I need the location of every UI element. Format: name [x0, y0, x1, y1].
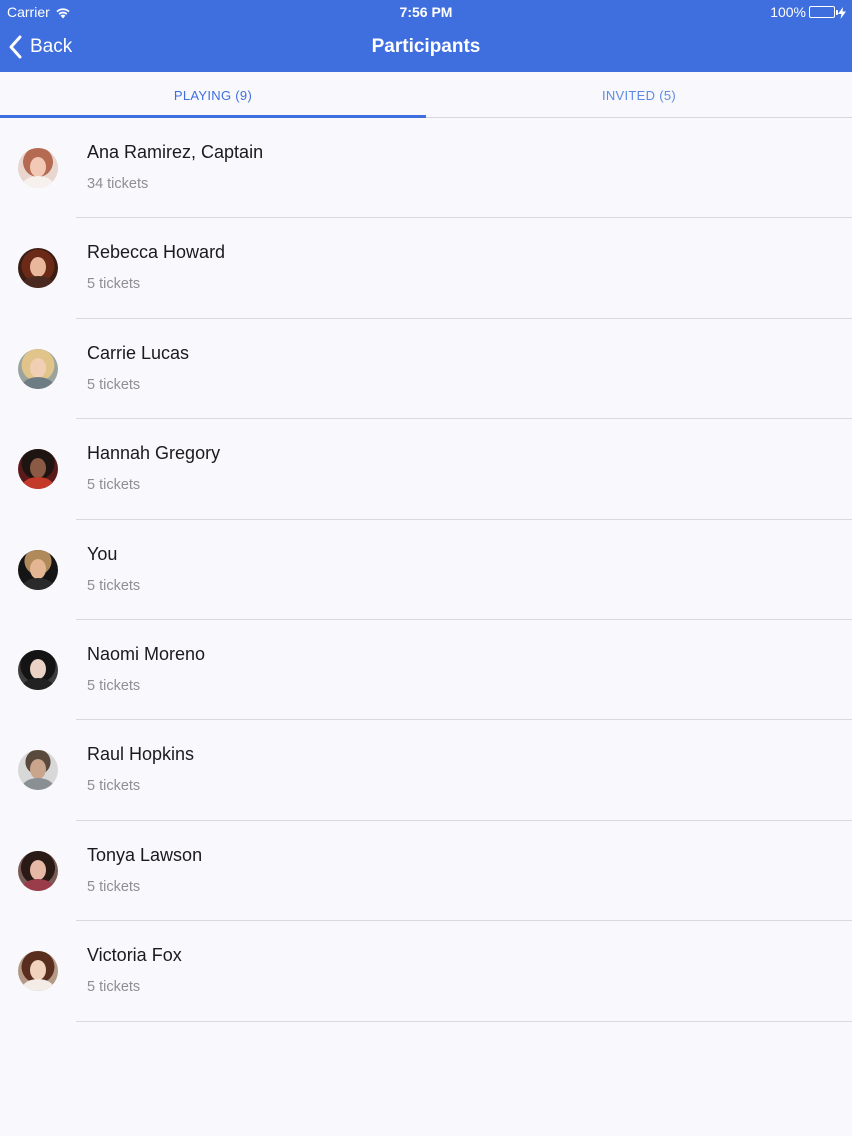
ticket-count: 5 tickets [87, 778, 141, 795]
participant-name: Carrie Lucas [87, 342, 190, 363]
ticket-count: 5 tickets [87, 878, 141, 895]
list-item[interactable]: Victoria Fox 5 tickets [0, 921, 852, 1022]
avatar [18, 649, 58, 690]
tab-invited[interactable]: INVITED (5) [426, 72, 852, 118]
ticket-count: 5 tickets [87, 276, 141, 293]
list-item[interactable]: Ana Ramirez, Captain 34 tickets [0, 118, 852, 219]
participant-tabs: PLAYING (9) INVITED (5) [0, 72, 852, 118]
ticket-count: 5 tickets [87, 376, 141, 393]
status-time: 7:56 PM [399, 4, 453, 20]
avatar [18, 248, 58, 289]
participant-name: Hannah Gregory [87, 443, 221, 464]
participant-name: Tonya Lawson [87, 844, 203, 865]
navigation-bar: Back Participants [0, 24, 852, 72]
avatar [18, 951, 58, 992]
app-header: Carrier 7:56 PM 100% Back Participants [0, 0, 852, 72]
ticket-count: 5 tickets [87, 979, 141, 996]
list-item[interactable]: Naomi Moreno 5 tickets [0, 620, 852, 721]
list-item[interactable]: Rebecca Howard 5 tickets [0, 218, 852, 319]
avatar [18, 348, 58, 389]
page-title: Participants [371, 36, 481, 57]
charging-bolt-icon [838, 6, 846, 19]
battery-indicator: 100% [770, 4, 846, 20]
participant-name: You [87, 543, 118, 564]
ticket-count: 5 tickets [87, 677, 141, 694]
list-item[interactable]: Tonya Lawson 5 tickets [0, 821, 852, 922]
avatar [18, 148, 58, 188]
avatar [18, 449, 58, 490]
participant-name: Rebecca Howard [87, 242, 226, 263]
ticket-count: 5 tickets [87, 477, 141, 494]
list-item[interactable]: Carrie Lucas 5 tickets [0, 319, 852, 420]
avatar [18, 850, 58, 891]
participant-name: Victoria Fox [87, 945, 182, 966]
status-bar: Carrier 7:56 PM 100% [0, 0, 852, 24]
list-item[interactable]: Hannah Gregory 5 tickets [0, 419, 852, 520]
participant-name: Naomi Moreno [87, 643, 206, 664]
participant-name: Raul Hopkins [87, 744, 195, 765]
battery-percent: 100% [770, 4, 806, 20]
avatar [18, 750, 58, 791]
row-divider [76, 1020, 852, 1022]
avatar [18, 549, 58, 590]
ticket-count: 5 tickets [87, 577, 141, 594]
list-item[interactable]: You 5 tickets [0, 520, 852, 620]
participant-name: Ana Ramirez, Captain [87, 142, 264, 162]
participant-list: Ana Ramirez, Captain 34 tickets Rebecca … [0, 118, 852, 1022]
tab-playing[interactable]: PLAYING (9) [0, 72, 426, 118]
ticket-count: 34 tickets [87, 176, 149, 192]
list-item[interactable]: Raul Hopkins 5 tickets [0, 720, 852, 821]
battery-icon [809, 6, 838, 18]
